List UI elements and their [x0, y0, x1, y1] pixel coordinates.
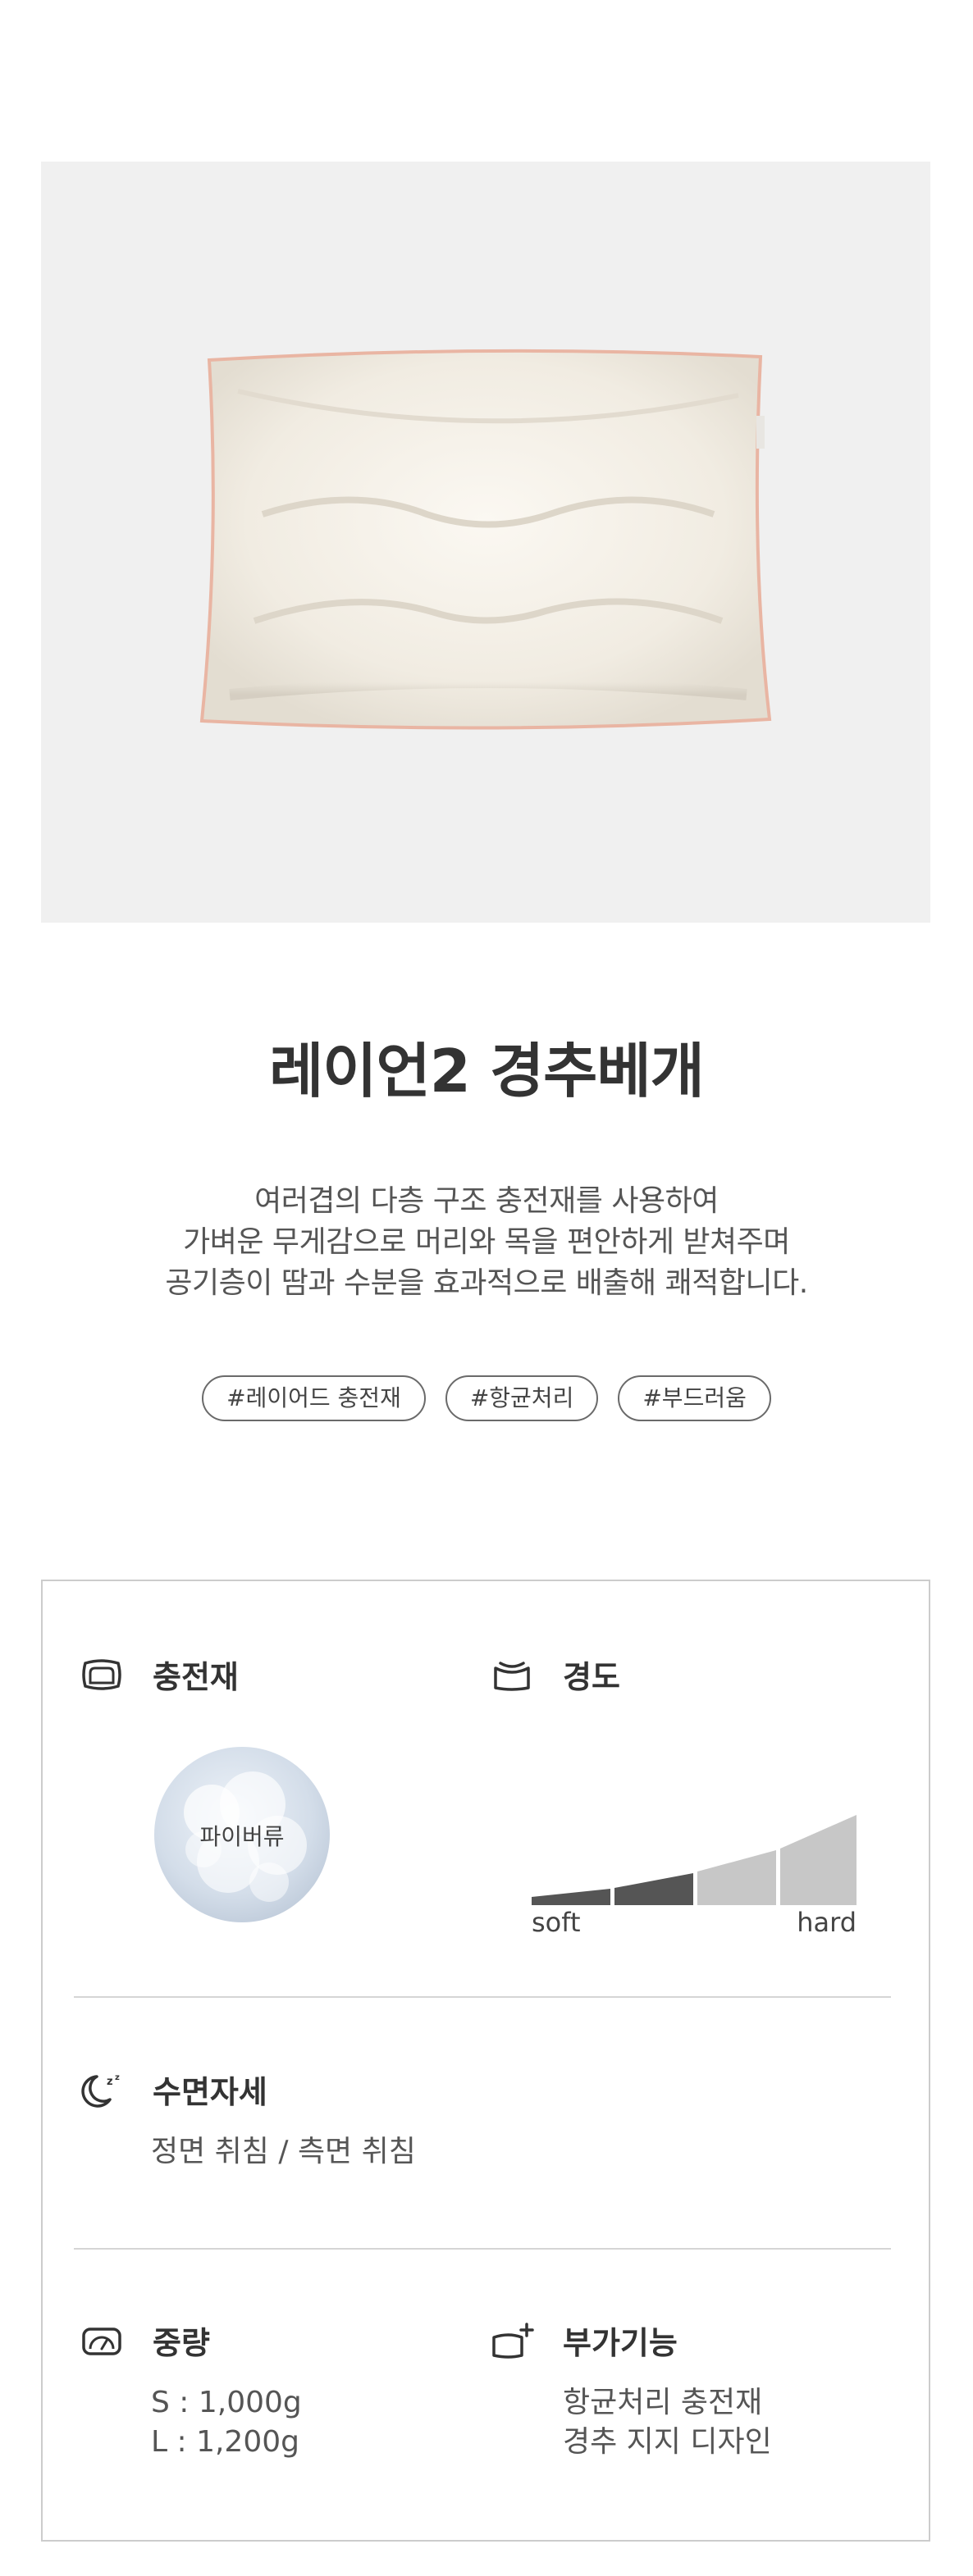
- filler-section-title: 충전재: [79, 1652, 239, 1697]
- hardness-segment: [532, 1889, 610, 1905]
- filler-title: 충전재: [153, 1659, 239, 1695]
- sleep-section-title: z z 수면자세: [79, 2067, 267, 2112]
- svg-text:z: z: [107, 2076, 113, 2088]
- pillow-plus-icon: [489, 2321, 535, 2360]
- weight-title: 중량: [153, 2325, 210, 2361]
- filler-material-label: 파이버류: [199, 1823, 285, 1850]
- weight-value-small: S : 1,000g: [151, 2386, 302, 2419]
- weight-section-title: 중량: [79, 2318, 210, 2363]
- hardness-title: 경도: [563, 1659, 620, 1695]
- sleep-title: 수면자세: [153, 2074, 267, 2110]
- hardness-gauge: soft hard: [532, 1786, 876, 1938]
- description-line: 공기층이 땀과 수분을 효과적으로 배출해 쾌적합니다.: [165, 1266, 808, 1300]
- divider: [74, 1996, 891, 1998]
- spec-box: 충전재 파이버류 경도 soft hard z z 수면자세 정면 취침 / 측…: [41, 1580, 930, 2542]
- extra-value: 항균처리 충전재: [563, 2386, 763, 2419]
- product-image: [41, 162, 930, 923]
- hardness-soft-label: soft: [532, 1907, 581, 1938]
- product-description: 여러겹의 다층 구조 충전재를 사용하여 가벼운 무게감으로 머리와 목을 편안…: [0, 1181, 973, 1304]
- description-line: 여러겹의 다층 구조 충전재를 사용하여: [254, 1184, 719, 1218]
- hardness-segment: [614, 1873, 693, 1905]
- description-line: 가벼운 무게감으로 머리와 목을 편안하게 받쳐주며: [183, 1225, 790, 1259]
- hardness-hard-label: hard: [797, 1907, 857, 1938]
- extra-value: 경추 지지 디자인: [563, 2425, 772, 2459]
- pillow-illustration: [199, 349, 772, 730]
- filler-material-image: 파이버류: [154, 1747, 330, 1922]
- tag-layered-filler[interactable]: #레이어드 충전재: [202, 1375, 426, 1421]
- tag-softness[interactable]: #부드러움: [618, 1375, 771, 1421]
- hardness-segment: [780, 1815, 857, 1905]
- hardness-section-title: 경도: [489, 1652, 620, 1697]
- pillow-icon: [79, 1655, 125, 1694]
- weight-value-large: L : 1,200g: [151, 2425, 299, 2459]
- sleep-position-value: 정면 취침 / 측면 취침: [151, 2135, 416, 2168]
- moon-sleep-icon: z z: [79, 2070, 125, 2109]
- weight-values: S : 1,000g L : 1,200g: [151, 2383, 302, 2462]
- svg-text:z: z: [115, 2073, 120, 2082]
- scale-icon: [79, 2321, 125, 2360]
- hardness-segment: [697, 1850, 776, 1905]
- tag-list: #레이어드 충전재 #항균처리 #부드러움: [0, 1375, 973, 1421]
- tag-antibacterial[interactable]: #항균처리: [445, 1375, 599, 1421]
- pillow-soft-icon: [489, 1655, 535, 1694]
- product-title: 레이언2 경추베개: [269, 1037, 705, 1106]
- extra-values: 항균처리 충전재 경추 지지 디자인: [563, 2383, 772, 2462]
- extra-section-title: 부가기능: [489, 2318, 678, 2363]
- extra-title: 부가기능: [563, 2325, 678, 2361]
- divider: [74, 2248, 891, 2250]
